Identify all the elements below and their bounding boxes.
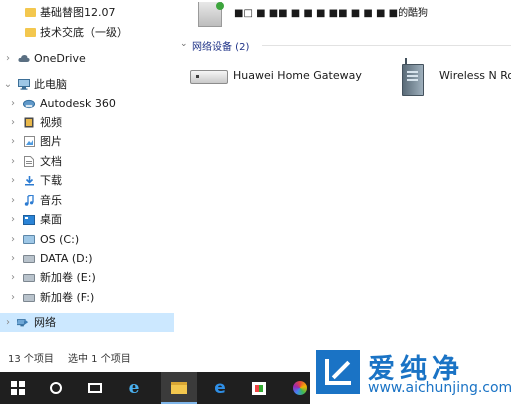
nav-item-label: 音乐	[40, 194, 62, 207]
nav-item-os-c[interactable]: › OS (C:)	[0, 230, 174, 249]
task-view-button[interactable]	[77, 372, 113, 404]
nav-item-documents[interactable]: › 文档	[0, 152, 174, 171]
video-folder-icon	[23, 117, 35, 128]
nav-item-data-d[interactable]: › DATA (D:)	[0, 249, 174, 268]
nav-item-onedrive[interactable]: › OneDrive	[0, 49, 174, 68]
chevron-right-icon[interactable]: ›	[3, 313, 13, 332]
device-huawei-gateway[interactable]: Huawei Home Gateway	[190, 60, 362, 92]
internet-explorer-button[interactable]: e	[116, 372, 152, 404]
nav-item-label: DATA (D:)	[40, 252, 93, 265]
nav-item-label: OS (C:)	[40, 233, 80, 246]
cortana-icon	[50, 382, 62, 394]
nav-item-volume-f[interactable]: › 新加卷 (F:)	[0, 288, 174, 307]
media-device-icon[interactable]	[198, 2, 224, 27]
internet-explorer-icon: e	[128, 378, 140, 398]
chevron-right-icon[interactable]: ›	[8, 249, 18, 268]
edge-icon: e	[214, 378, 226, 398]
nav-item-this-pc[interactable]: ⌄ 此电脑	[0, 75, 174, 94]
nav-item-label: 新加卷 (F:)	[40, 291, 95, 304]
device-label: Huawei Home Gateway	[233, 69, 362, 82]
nav-item-downloads[interactable]: › 下载	[0, 171, 174, 190]
chevron-right-icon[interactable]: ›	[8, 230, 18, 249]
download-folder-icon	[23, 175, 35, 186]
cloud-drive-icon	[23, 98, 35, 109]
drive-icon	[23, 292, 35, 303]
drive-icon	[23, 253, 35, 264]
chevron-right-icon[interactable]: ›	[8, 210, 18, 229]
status-selection-count: 选中 1 个项目	[68, 354, 131, 365]
edge-button[interactable]: e	[202, 372, 238, 404]
brand-logo-icon	[316, 350, 360, 394]
nav-item-label: 文档	[40, 155, 62, 168]
nav-item-label: 下载	[40, 174, 62, 187]
nav-item-label: 技术交底（一级）	[40, 26, 128, 39]
nav-item-videos[interactable]: › 视频	[0, 113, 174, 132]
nav-item-volume-e[interactable]: › 新加卷 (E:)	[0, 268, 174, 287]
group-divider	[262, 45, 511, 46]
document-folder-icon	[23, 156, 35, 167]
chevron-right-icon[interactable]: ›	[8, 94, 18, 113]
nav-item-pictures[interactable]: › 图片	[0, 132, 174, 151]
chevron-down-icon[interactable]: ⌄	[180, 39, 188, 49]
nav-item-label: 新加卷 (E:)	[40, 271, 96, 284]
picture-folder-icon	[23, 136, 35, 147]
cloud-icon	[18, 53, 30, 64]
file-explorer-icon	[171, 382, 187, 394]
nav-item-network[interactable]: › 网络	[0, 313, 174, 332]
nav-item-tech-briefing[interactable]: 技术交底（一级）	[0, 23, 174, 42]
start-button[interactable]	[0, 372, 36, 404]
chevron-right-icon[interactable]: ›	[8, 288, 18, 307]
nav-item-label: OneDrive	[34, 52, 86, 65]
top-item-label[interactable]: ■□ ■ ■■ ■ ■ ■ ■■ ■ ■ ■ ■的酷狗	[234, 4, 428, 19]
folder-icon	[24, 7, 36, 18]
device-wireless-router[interactable]: Wireless N Ro	[402, 56, 511, 96]
nav-item-label: 图片	[40, 135, 62, 148]
navigation-pane: 基础替图12.07 技术交底（一级） › OneDrive ⌄ 此电脑 › Au…	[0, 0, 174, 340]
os-drive-icon	[23, 234, 35, 245]
task-view-icon	[88, 383, 102, 393]
nav-item-label: 基础替图12.07	[40, 6, 116, 19]
drive-icon	[23, 272, 35, 283]
router-icon	[402, 58, 424, 96]
chevron-down-icon[interactable]: ⌄	[3, 75, 13, 94]
nav-item-label: 视频	[40, 116, 62, 129]
chevron-right-icon[interactable]: ›	[8, 113, 18, 132]
cortana-button[interactable]	[38, 372, 74, 404]
chevron-right-icon[interactable]: ›	[8, 152, 18, 171]
windows-logo-icon	[11, 381, 25, 395]
color-app-icon	[293, 381, 307, 395]
nav-item-label: 桌面	[40, 213, 62, 226]
device-label: Wireless N Ro	[439, 69, 511, 82]
watermark-logo: 爱纯净 www.aichunjing.com	[310, 344, 511, 404]
computer-icon	[18, 79, 30, 90]
status-item-count: 13 个项目	[8, 354, 54, 365]
nav-item-label: 网络	[34, 316, 56, 329]
group-header[interactable]: 网络设备 (2)	[192, 38, 249, 53]
music-folder-icon	[23, 195, 35, 206]
nav-item-label: Autodesk 360	[40, 97, 116, 110]
chevron-right-icon[interactable]: ›	[8, 268, 18, 287]
nav-item-desktop[interactable]: › 桌面	[0, 210, 174, 229]
chevron-right-icon[interactable]: ›	[8, 132, 18, 151]
chevron-right-icon[interactable]: ›	[8, 191, 18, 210]
nav-item-autodesk-360[interactable]: › Autodesk 360	[0, 94, 174, 113]
chevron-right-icon[interactable]: ›	[3, 49, 13, 68]
file-explorer-button[interactable]	[161, 372, 197, 404]
network-icon	[17, 317, 29, 328]
watermark-url: www.aichunjing.com	[368, 380, 511, 396]
content-pane: ■□ ■ ■■ ■ ■ ■ ■■ ■ ■ ■ ■的酷狗 ⌄ 网络设备 (2) H…	[176, 0, 511, 340]
gateway-icon	[190, 70, 228, 84]
store-button[interactable]	[241, 372, 277, 404]
nav-item-music[interactable]: › 音乐	[0, 191, 174, 210]
nav-item-basic-drawings[interactable]: 基础替图12.07	[0, 3, 174, 22]
folder-icon	[24, 27, 36, 38]
nav-item-label: 此电脑	[34, 78, 67, 91]
desktop-folder-icon	[23, 214, 35, 225]
chevron-right-icon[interactable]: ›	[8, 171, 18, 190]
store-icon	[252, 381, 266, 395]
